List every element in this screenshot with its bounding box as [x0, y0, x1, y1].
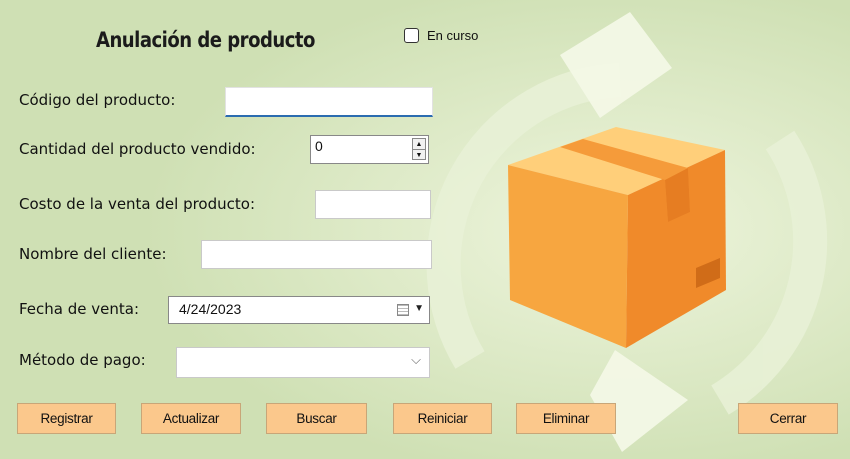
- codigo-label: Código del producto:: [19, 91, 176, 109]
- spin-up-icon[interactable]: ▲: [413, 139, 425, 150]
- background-illustration: [0, 0, 850, 459]
- dropdown-arrow-icon[interactable]: ▼: [414, 303, 424, 314]
- costo-label: Costo de la venta del producto:: [19, 195, 256, 213]
- cliente-input[interactable]: [201, 240, 432, 269]
- chevron-down-icon[interactable]: ⌵: [411, 352, 421, 368]
- spin-down-icon[interactable]: ▼: [413, 150, 425, 160]
- cantidad-label: Cantidad del producto vendido:: [19, 140, 256, 158]
- buscar-button[interactable]: Buscar: [266, 403, 367, 434]
- reiniciar-button[interactable]: Reiniciar: [393, 403, 492, 434]
- metodo-label: Método de pago:: [19, 351, 146, 369]
- fecha-datepicker[interactable]: 4/24/2023 ▼: [168, 296, 430, 324]
- calendar-icon[interactable]: [397, 304, 409, 316]
- fecha-label: Fecha de venta:: [19, 300, 140, 318]
- cantidad-value: 0: [315, 138, 323, 154]
- cantidad-stepper[interactable]: 0 ▲ ▼: [310, 135, 429, 164]
- cerrar-button[interactable]: Cerrar: [738, 403, 838, 434]
- metodo-select[interactable]: ⌵: [176, 347, 430, 378]
- checkbox-box[interactable]: [404, 28, 419, 43]
- page-title: Anulación de producto: [96, 28, 315, 52]
- codigo-input[interactable]: [225, 87, 433, 117]
- costo-input[interactable]: [315, 190, 431, 219]
- registrar-button[interactable]: Registrar: [17, 403, 116, 434]
- eliminar-button[interactable]: Eliminar: [516, 403, 616, 434]
- actualizar-button[interactable]: Actualizar: [141, 403, 241, 434]
- spin-buttons[interactable]: ▲ ▼: [412, 138, 426, 160]
- en-curso-checkbox[interactable]: En curso: [404, 28, 478, 43]
- cliente-label: Nombre del cliente:: [19, 245, 167, 263]
- fecha-value: 4/24/2023: [179, 301, 242, 317]
- en-curso-label: En curso: [427, 28, 479, 43]
